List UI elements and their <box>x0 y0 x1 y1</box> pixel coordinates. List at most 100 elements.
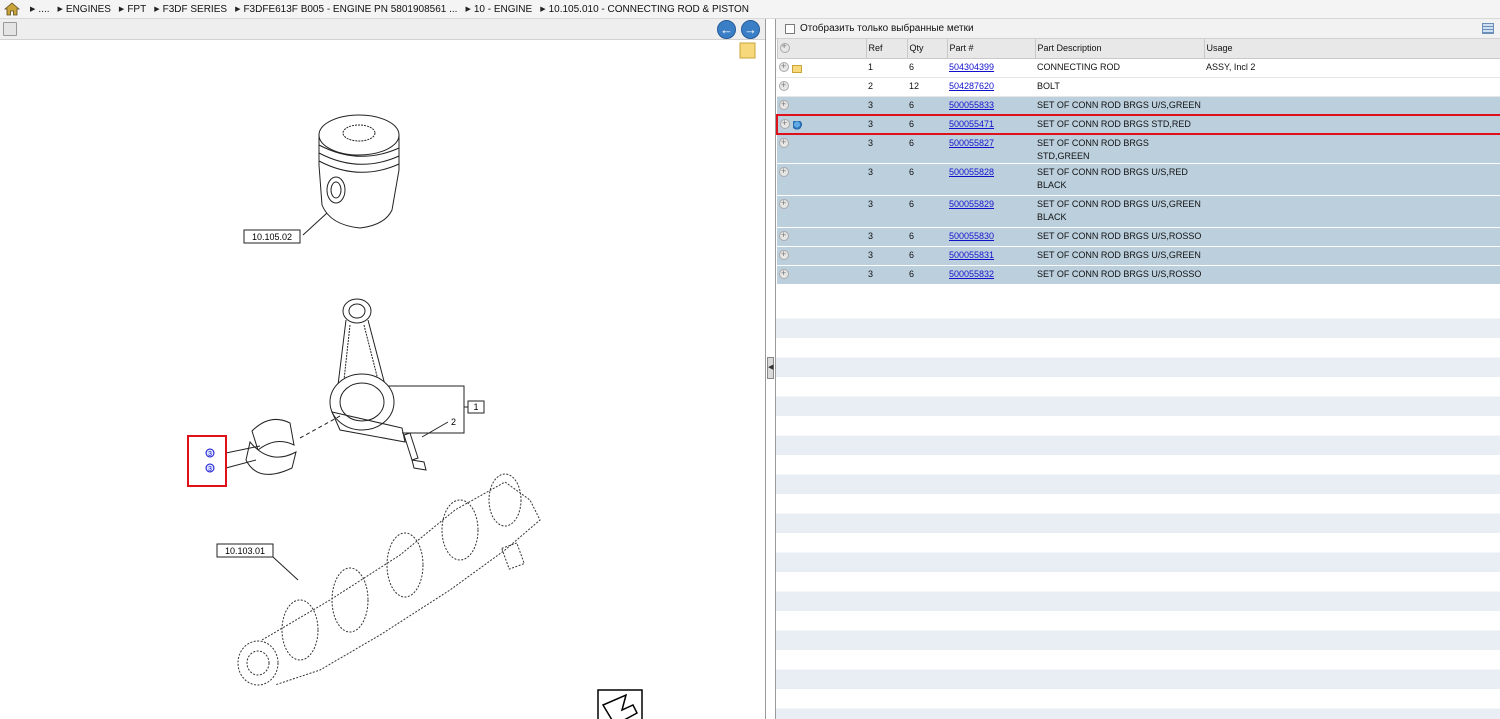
column-header-description[interactable]: Part Description <box>1034 39 1205 59</box>
svg-text:10.103.01: 10.103.01 <box>225 546 265 556</box>
add-to-cart-icon[interactable] <box>779 229 789 242</box>
add-to-cart-icon[interactable] <box>779 248 789 261</box>
table-row[interactable]: 3 6 500055829 SET OF CONN ROD BRGS U/S,GREE… <box>777 195 1500 228</box>
arrow-left-icon[interactable]: ← <box>717 20 736 39</box>
breadcrumb-item[interactable]: ▶ 10.105.010 - CONNECTING ROD & PISTON <box>540 4 749 15</box>
arrow-right-icon[interactable]: → <box>741 20 760 39</box>
add-to-cart-icon[interactable] <box>779 267 789 280</box>
part-number-link[interactable]: 500055471 <box>949 119 994 129</box>
hotspot-3-upper[interactable]: 3 <box>205 448 215 458</box>
part-number-link[interactable]: 500055833 <box>949 100 994 110</box>
breadcrumb-label[interactable]: ENGINES <box>66 4 111 15</box>
expand-all-header[interactable] <box>776 39 867 59</box>
grid-settings-icon[interactable] <box>1482 23 1494 34</box>
ref-number-cell: 3 <box>866 163 907 196</box>
part-number-link[interactable]: 500055830 <box>949 231 994 241</box>
note-icon[interactable] <box>739 42 756 59</box>
column-header-usage[interactable]: Usage <box>1203 39 1500 59</box>
part-number-link-cell: 504304399 <box>947 58 1035 78</box>
breadcrumb-label[interactable]: FPT <box>127 4 146 15</box>
breadcrumb-arrow-icon: ▶ <box>30 6 36 14</box>
part-number-link[interactable]: 500055831 <box>949 250 994 260</box>
quantity-cell: 6 <box>907 114 947 135</box>
add-to-cart-icon[interactable] <box>779 98 789 111</box>
part-number-link[interactable]: 500055827 <box>949 138 994 148</box>
ref-number: 3 <box>868 250 874 260</box>
selected-hotspot-box <box>187 435 227 487</box>
expand-all-icon[interactable] <box>779 41 790 54</box>
breadcrumb-arrow-icon: ▶ <box>154 6 160 14</box>
column-header-ref[interactable]: Ref <box>865 39 908 59</box>
part-usage-cell: ASSY, Incl 2 <box>1204 58 1500 78</box>
part-number-link[interactable]: 504287620 <box>949 81 994 91</box>
table-row[interactable]: 3 6 500055827 SET OF CONN ROD BRGS STD,GREE… <box>777 134 1500 164</box>
table-row[interactable]: 2 12 504287620 BOLT <box>777 77 1500 97</box>
folder-icon[interactable] <box>792 64 802 73</box>
add-to-cart-icon[interactable] <box>779 197 789 210</box>
breadcrumb-label[interactable]: 10 - ENGINE <box>474 4 532 15</box>
table-row[interactable]: 3 6 500055828 SET OF CONN ROD BRGS U/S,RED … <box>777 163 1500 196</box>
part-number-link-cell: 500055828 <box>947 163 1035 196</box>
breadcrumb-label[interactable]: 10.105.010 - CONNECTING ROD & PISTON <box>549 4 749 15</box>
column-header-qty[interactable]: Qty <box>906 39 948 59</box>
add-to-cart-icon[interactable] <box>780 117 790 130</box>
callout-10-105-02[interactable]: 10.105.02 <box>243 229 301 244</box>
table-row[interactable]: 3 6 500055471 SET OF CONN ROD BRGS STD,RED <box>776 114 1500 135</box>
part-description-cell: SET OF CONN ROD BRGS U/S,ROSSO <box>1035 227 1204 247</box>
part-description: SET OF CONN ROD BRGS STD,RED <box>1037 119 1191 129</box>
table-row[interactable]: 3 6 500055833 SET OF CONN ROD BRGS U/S,GREE… <box>777 96 1500 116</box>
panel-splitter[interactable]: ◀ <box>766 19 776 719</box>
part-number-link-cell: 500055829 <box>947 195 1035 228</box>
quantity-cell: 6 <box>907 265 947 285</box>
hotspot-3-lower[interactable]: 3 <box>205 463 215 473</box>
callout-10-103-01[interactable]: 10.103.01 <box>216 543 274 558</box>
part-description: SET OF CONN ROD BRGS U/S,GREEN <box>1037 99 1201 110</box>
breadcrumb-item[interactable]: ▶.... <box>30 4 50 15</box>
svg-text:3: 3 <box>208 451 212 458</box>
ref-number: 3 <box>868 99 874 110</box>
breadcrumb-item[interactable]: ▶ F3DF SERIES <box>154 4 227 15</box>
breadcrumb-arrow-icon: ▶ <box>57 6 63 14</box>
callout-1[interactable]: 1 <box>467 400 485 414</box>
table-row[interactable]: 3 6 500055830 SET OF CONN ROD BRGS U/S,ROSS… <box>777 227 1500 247</box>
part-number-link[interactable]: 500055829 <box>949 199 994 209</box>
breadcrumb-label[interactable]: F3DF SERIES <box>163 4 227 15</box>
add-to-cart-icon[interactable] <box>779 60 789 73</box>
row-actions-cell <box>777 58 866 78</box>
column-header-part-number[interactable]: Part # <box>946 39 1036 59</box>
add-to-cart-icon[interactable] <box>779 79 789 92</box>
breadcrumb-arrow-icon: ▶ <box>235 6 241 14</box>
breadcrumb-item[interactable]: ▶ 10 - ENGINE <box>465 4 532 15</box>
callout-2[interactable]: 2 <box>451 417 456 427</box>
part-description-cell: CONNECTING ROD <box>1035 58 1204 78</box>
breadcrumb-item[interactable]: ▶ FPT <box>119 4 146 15</box>
breadcrumb-label[interactable]: F3DFE613F B005 - ENGINE PN 5801908561 ..… <box>243 4 457 15</box>
breadcrumb-item[interactable]: ▶ ENGINES <box>58 4 111 15</box>
part-description: SET OF CONN ROD BRGS STD,GREEN <box>1037 138 1149 161</box>
table-row[interactable]: 1 6 504304399 CONNECTING ROD ASSY, Incl 2 <box>777 58 1500 78</box>
ref-number-cell: 3 <box>866 114 907 135</box>
add-to-cart-icon[interactable] <box>779 136 789 149</box>
part-number-link[interactable]: 504304399 <box>949 62 994 72</box>
quantity: 6 <box>909 269 915 279</box>
table-row[interactable]: 3 6 500055831 SET OF CONN ROD BRGS U/S,GREE… <box>777 246 1500 266</box>
add-to-cart-icon[interactable] <box>779 165 789 178</box>
part-number-link-cell: 500055832 <box>947 265 1035 285</box>
row-actions-cell <box>777 77 866 97</box>
part-description: SET OF CONN ROD BRGS U/S,RED BLACK <box>1037 167 1188 190</box>
breadcrumb-item[interactable]: ▶ F3DFE613F B005 - ENGINE PN 5801908561 .… <box>235 4 457 15</box>
part-description-cell: SET OF CONN ROD BRGS U/S,GREEN <box>1035 96 1204 116</box>
quantity-cell: 6 <box>907 58 947 78</box>
svg-text:3: 3 <box>208 466 212 473</box>
show-selected-only-checkbox[interactable] <box>785 23 795 34</box>
exit-arrow-icon[interactable] <box>597 689 643 719</box>
breadcrumb-label[interactable]: .... <box>38 4 49 15</box>
part-number-link[interactable]: 500055832 <box>949 269 994 279</box>
collapse-arrow-icon[interactable]: ◀ <box>767 357 774 379</box>
part-number-link[interactable]: 500055828 <box>949 167 994 177</box>
part-description: BOLT <box>1037 80 1060 91</box>
pin-icon[interactable] <box>793 121 803 130</box>
panel-toggle-icon[interactable] <box>3 22 17 36</box>
home-icon[interactable] <box>4 2 20 16</box>
table-row[interactable]: 3 6 500055832 SET OF CONN ROD BRGS U/S,ROSS… <box>777 265 1500 285</box>
